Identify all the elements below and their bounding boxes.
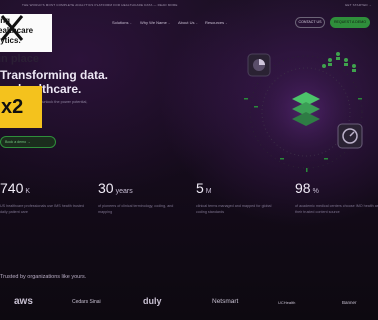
nav-item-label: Resources [205, 20, 225, 25]
nav-item-label: Why We Name [140, 20, 167, 25]
speed-badge: x2 [0, 86, 42, 128]
stat-unit: years [115, 188, 133, 195]
announcement-link[interactable]: GET STARTED → [345, 3, 372, 7]
hero-title-line: Transforming data. [0, 68, 109, 82]
nav-item-why[interactable]: Why We Name⌄ [140, 20, 170, 25]
stat-unit: % [312, 188, 319, 195]
stat-number: 740 [0, 180, 24, 196]
partner-logos: aws Cedars Sinai duly Netsmart UCHealth … [0, 296, 378, 320]
nav-item-label: About Us [178, 20, 195, 25]
logo-overlay: ing ealthcare lytics. [0, 14, 52, 52]
stat-item: 30 years of pioneers of clinical terminol… [98, 180, 183, 215]
stats-section: 740 K US healthcare professionals use IMS… [0, 180, 378, 240]
trusted-heading: Trusted by organizations like yours. [0, 274, 87, 280]
partner-logo: duly [143, 296, 162, 306]
stat-item: 98% of academic medical centers choose I… [295, 180, 378, 215]
chevron-down-icon: ⌄ [129, 21, 132, 25]
partner-logo: Banner [342, 300, 357, 305]
stat-item: 5M clinical terms managed and mapped for… [196, 180, 281, 215]
hero-subheading: in place [0, 53, 39, 65]
nav-item-label: Solutions [112, 20, 129, 25]
request-demo-button[interactable]: REQUEST A DEMO [330, 17, 370, 28]
partner-logo: aws [14, 296, 33, 307]
chevron-down-icon: ⌄ [167, 21, 171, 25]
book-demo-button[interactable]: Book a demo → [0, 136, 56, 148]
hero-paragraph: logy to unlock the power potential, [30, 100, 88, 104]
gauge-icon [337, 123, 363, 149]
partner-logo: UCHealth [278, 300, 296, 305]
pie-chart-icon [247, 53, 271, 77]
nav-item-solutions[interactable]: Solutions⌄ [112, 20, 132, 25]
announcement-bar: THE WORLD'S MOST COMPLETE ANALYTICS PLAT… [0, 0, 378, 9]
stat-description: US healthcare professionals use IMS heal… [0, 204, 85, 214]
stat-unit: K [25, 188, 31, 195]
contact-button[interactable]: CONTACT US [295, 17, 325, 28]
stat-description: of pioneers of clinical terminology, cod… [98, 204, 174, 214]
stat-item: 740 K US healthcare professionals use IMS… [0, 180, 85, 215]
stacked-layers-icon [292, 92, 320, 126]
stat-description: clinical terms managed and mapped for gl… [196, 204, 272, 214]
partner-logo: Netsmart [212, 298, 239, 305]
hero-illustration [220, 40, 378, 180]
stat-unit: M [205, 188, 212, 195]
stat-number: 98 [295, 180, 311, 196]
stat-number: 5 [196, 180, 204, 196]
partner-logo: Cedars Sinai [72, 299, 101, 305]
nav-item-about[interactable]: About Us⌄ [178, 20, 198, 25]
stat-description: of academic medical centers choose IMO h… [295, 204, 378, 214]
data-platform-illustration [244, 52, 366, 172]
stat-number: 30 [98, 180, 114, 196]
nav-item-resources[interactable]: Resources⌄ [205, 20, 228, 25]
announcement-text[interactable]: THE WORLD'S MOST COMPLETE ANALYTICS PLAT… [22, 3, 178, 7]
x-mark-icon [0, 15, 24, 41]
chevron-down-icon: ⌄ [195, 21, 198, 25]
chevron-down-icon: ⌄ [225, 21, 228, 25]
